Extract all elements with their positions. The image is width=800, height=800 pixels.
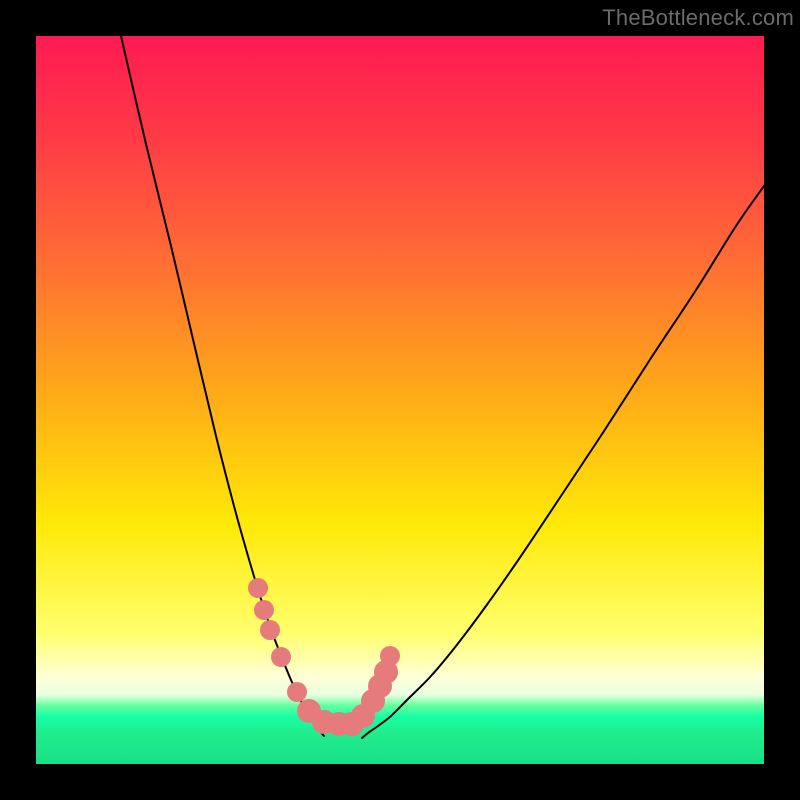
data-dot xyxy=(380,646,400,666)
data-dot xyxy=(254,600,274,620)
data-dot xyxy=(248,578,268,598)
plot-area xyxy=(36,36,764,764)
curve-right-curve xyxy=(362,186,764,738)
curve-left-curve xyxy=(121,36,324,736)
curves-group xyxy=(121,36,764,738)
chart-frame: TheBottleneck.com xyxy=(0,0,800,800)
data-dot xyxy=(271,647,291,667)
watermark-text: TheBottleneck.com xyxy=(602,5,794,31)
data-dot xyxy=(287,682,307,702)
chart-svg xyxy=(36,36,764,764)
data-dot xyxy=(260,620,280,640)
dots-group xyxy=(248,578,400,736)
